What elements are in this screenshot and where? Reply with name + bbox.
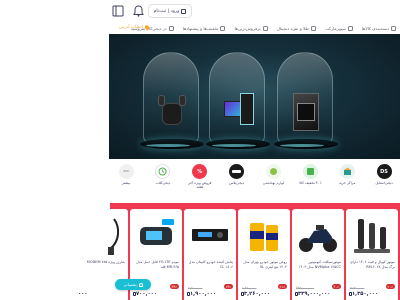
main-nav: دسته‌بندی کالاها سوپرمارکت طلا و نقره دی… [0, 22, 400, 34]
headset-icon [138, 282, 143, 287]
category-item[interactable]: مراکز خرید [335, 164, 359, 198]
category-item[interactable]: DS دیجی‌استایل [372, 164, 396, 198]
fire-icon [262, 25, 268, 31]
category-item[interactable]: ··· بیشتر [114, 164, 138, 198]
product-image [250, 223, 278, 251]
product-image [192, 229, 228, 241]
hero-banner[interactable] [109, 34, 400, 159]
nav-item-categories[interactable]: دسته‌بندی کالاها [362, 25, 396, 31]
grid-icon [391, 25, 396, 31]
menu-icon[interactable] [112, 5, 124, 17]
category-item[interactable]: دیجی‌پلاس [225, 164, 249, 198]
product-image [140, 219, 174, 245]
product-image [108, 218, 120, 255]
gaming-pc-image [220, 89, 256, 135]
digikala-icon [229, 164, 245, 179]
nav-item-gold[interactable]: طلا و نقره دیجیتال [277, 25, 316, 31]
login-icon [181, 8, 187, 14]
sale-icon: % [192, 164, 208, 179]
clock-icon [155, 164, 171, 179]
amazing-offers-strip: موتور کوپال و فیت ۱۴۰۶ دارای برگ مدل RM-… [76, 203, 400, 300]
shop-icon [168, 25, 174, 31]
bell-icon[interactable] [133, 5, 144, 17]
mall-icon [339, 164, 355, 179]
nav-item-supermarket[interactable]: سوپرمارکت [325, 25, 353, 31]
category-item[interactable]: دیجی‌کلاب [151, 164, 175, 198]
more-icon: ··· [118, 164, 134, 179]
category-strip: DS دیجی‌استایل مراکز خرید ۳۰٪ تخفیف کالا… [112, 164, 400, 198]
banner-dome-tv [274, 52, 338, 149]
category-item[interactable]: لوازم بهداشتی [261, 164, 285, 198]
tv-image [287, 91, 325, 135]
offer-card[interactable]: روغن موتور خودرو بهران مدل ۱۴۰۴ پنج لیتر… [238, 209, 290, 300]
login-button[interactable]: ورود | ثبت‌نام [148, 4, 192, 18]
ds-icon: DS [376, 164, 392, 179]
top-header: ورود | ثبت‌نام [0, 0, 400, 22]
location-button[interactable]: انتخاب آدرس [114, 22, 154, 33]
category-item[interactable]: % فروش ویژه آخر هفته [188, 164, 212, 198]
discount-icon [302, 164, 318, 179]
earbuds-image [158, 95, 186, 129]
product-image [354, 219, 390, 253]
offer-card[interactable]: پخش کننده خودرو کاپیتان مدل ۱۸۰۶ CL ۱۴٪ … [184, 209, 236, 300]
product-image [299, 225, 337, 252]
nav-item-offers[interactable]: تخفیف‌ها و پیشنهادها [183, 25, 226, 31]
login-label: ورود | ثبت‌نام [153, 8, 180, 14]
discount-icon [220, 25, 226, 31]
offer-card[interactable]: موتورسیکلت کیوموتور NVMpha ۱۲۵CC مدل ۱۴۰… [292, 209, 344, 300]
nav-item-bestsellers[interactable]: پرفروش‌ترین‌ها [234, 25, 268, 31]
support-icon [265, 164, 281, 179]
banner-dome-pc [206, 52, 270, 149]
offer-card[interactable]: موتور کوپال و فیت ۱۴۰۶ دارای برگ مدل RM-… [346, 209, 398, 300]
banner-dome-earbuds [140, 52, 204, 149]
location-pin-icon [143, 24, 150, 31]
basket-icon [347, 25, 353, 31]
gold-icon [310, 25, 316, 31]
category-item[interactable]: ۳۰٪ تخفیف کالا [298, 164, 322, 198]
support-chat-button[interactable]: پشتیبانی [115, 279, 151, 290]
